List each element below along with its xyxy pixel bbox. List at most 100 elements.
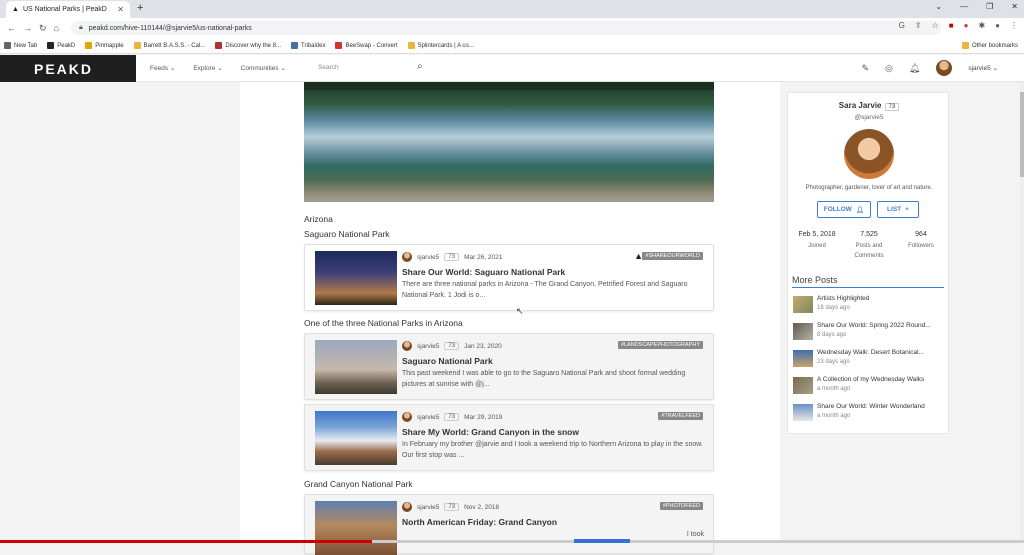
more-post-title[interactable]: Share Our World: Winter Wonderland <box>817 403 925 410</box>
forward-icon[interactable]: → <box>23 23 32 33</box>
bookmark-item[interactable]: Pinmapple <box>85 42 123 49</box>
close-window-icon[interactable]: ✕ <box>1011 2 1018 11</box>
avatar[interactable] <box>936 60 952 76</box>
post-title[interactable]: Saguaro National Park <box>402 356 493 366</box>
more-post-age: a month ago <box>817 386 850 392</box>
tab-search-icon[interactable]: ⌄ <box>935 2 942 11</box>
home-icon[interactable]: ⌂ <box>54 23 59 33</box>
followers-stat[interactable]: 964Followers <box>894 231 948 251</box>
url-text: peakd.com/hive-110144/@sjarvie5/us-natio… <box>89 25 252 32</box>
post-card[interactable]: sjarvie5 73 Mar 26, 2021 ▲ #SHAREOURWORL… <box>304 244 714 311</box>
community-tag[interactable]: #SHAREOURWORLD <box>642 252 703 260</box>
reload-icon[interactable]: ↻ <box>39 23 47 34</box>
post-title[interactable]: Share My World: Grand Canyon in the snow <box>402 427 579 437</box>
profile-name[interactable]: Sara Jarvie73 <box>788 101 950 110</box>
author-name[interactable]: sjarvie5 <box>417 414 439 421</box>
author-name[interactable]: sjarvie5 <box>417 504 439 511</box>
community-tag[interactable]: #PHOTOFEED <box>660 502 703 510</box>
list-button[interactable]: LIST+ <box>877 201 919 218</box>
chat-icon[interactable]: ◎ <box>885 63 893 74</box>
google-icon[interactable]: G <box>899 21 905 30</box>
extension-color-icon[interactable]: ● <box>964 21 969 30</box>
author-name[interactable]: sjarvie5 <box>417 254 439 261</box>
restore-icon[interactable]: ❐ <box>986 2 993 11</box>
extensions-puzzle-icon[interactable]: ✱ <box>978 21 985 30</box>
browser-tab[interactable]: ▲ US National Parks | PeakD ✕ <box>6 1 130 18</box>
bookmark-item[interactable]: PeakD <box>47 42 75 49</box>
scrollbar-thumb[interactable] <box>1020 92 1024 177</box>
saguaro-thumbnail <box>315 251 397 305</box>
plus-icon: + <box>905 206 909 213</box>
post-title[interactable]: North American Friday: Grand Canyon <box>402 517 557 527</box>
site-header: PEAKD Feeds ⌄ Explore ⌄ Communities ⌄ Se… <box>0 55 1024 82</box>
bookmark-item[interactable]: Splintercards | A co... <box>408 42 474 49</box>
author-avatar[interactable] <box>402 341 412 351</box>
more-post-title[interactable]: Wednesday Walk: Desert Botanical... <box>817 349 924 356</box>
address-bar-row: ← → ↻ ⌂ 🔒︎ peakd.com/hive-110144/@sjarvi… <box>0 18 1024 38</box>
edit-icon[interactable]: ✎ <box>861 63 869 74</box>
post-card[interactable]: sjarvie5 73 Jan 23, 2020 #LANDSCAPEPHOTO… <box>304 333 714 400</box>
post-meta: sjarvie5 73 Nov 2, 2018 <box>402 502 499 512</box>
peakd-logo[interactable]: PEAKD <box>0 55 136 82</box>
more-post-item[interactable]: Share Our World: Winter Wonderland a mon… <box>793 402 948 424</box>
url-field[interactable]: 🔒︎ peakd.com/hive-110144/@sjarvie5/us-na… <box>71 21 941 35</box>
more-post-title[interactable]: A Collection of my Wednesday Walks <box>817 376 924 383</box>
posts-stat: 7,525Posts and Comments <box>842 231 896 261</box>
profile-bio: Photographer, gardener, lover of art and… <box>788 185 950 191</box>
share-icon[interactable]: ⇪ <box>915 21 922 30</box>
balloon-thumbnail <box>315 340 397 394</box>
nav-communities[interactable]: Communities ⌄ <box>241 64 286 72</box>
author-avatar[interactable] <box>402 412 412 422</box>
author-name[interactable]: sjarvie5 <box>417 343 439 350</box>
bookmark-item[interactable]: Discover why the 8... <box>215 42 281 49</box>
reputation-badge: 73 <box>444 413 459 421</box>
community-tag[interactable]: #TRAVELFEED <box>658 412 703 420</box>
bookmark-item[interactable]: Tribaldex <box>291 42 325 49</box>
author-avatar[interactable] <box>402 502 412 512</box>
other-bookmarks[interactable]: Other bookmarks <box>962 42 1018 49</box>
bookmark-item[interactable]: New Tab <box>4 42 37 49</box>
search-input[interactable]: Search <box>318 64 339 71</box>
bookmark-star-icon[interactable]: ☆ <box>932 21 939 30</box>
nav-explore[interactable]: Explore ⌄ <box>193 64 222 72</box>
back-icon[interactable]: ← <box>7 23 16 33</box>
profile-avatar[interactable] <box>844 129 894 179</box>
minimize-icon[interactable]: — <box>960 2 968 11</box>
post-title[interactable]: Share Our World: Saguaro National Park <box>402 267 565 277</box>
more-post-age: 8 days ago <box>817 332 846 338</box>
bell-icon[interactable]: 🔔︎ <box>909 63 920 74</box>
more-post-age: 23 days ago <box>817 359 850 365</box>
site-icon <box>215 42 222 49</box>
post-card[interactable]: sjarvie5 73 Mar 29, 2019 #TRAVELFEED Sha… <box>304 404 714 471</box>
author-avatar[interactable] <box>402 252 412 262</box>
post-excerpt: This past weekend I was able to go to th… <box>402 368 704 390</box>
profile-avatar-icon[interactable]: ● <box>995 21 1000 30</box>
post-meta: sjarvie5 73 Jan 23, 2020 <box>402 341 502 351</box>
new-tab-icon[interactable]: + <box>137 2 143 14</box>
profile-handle: @sjarvie5 <box>788 114 950 121</box>
more-post-item[interactable]: Wednesday Walk: Desert Botanical... 23 d… <box>793 348 948 370</box>
post-date: Mar 26, 2021 <box>464 254 502 261</box>
user-menu[interactable]: sjarvie5 ⌄ <box>968 64 998 72</box>
mouse-cursor-icon: ↖ <box>516 306 524 317</box>
post-excerpt: In February my brother @jarvie and I too… <box>402 439 704 461</box>
user-actions: ✎ ◎ 🔔︎ sjarvie5 ⌄ <box>861 60 998 76</box>
close-tab-icon[interactable]: ✕ <box>117 5 124 14</box>
more-posts-heading: More Posts <box>792 275 944 288</box>
nav-feeds[interactable]: Feeds ⌄ <box>150 64 175 72</box>
tab-title: US National Parks | PeakD <box>23 6 107 13</box>
page-scrollbar[interactable] <box>1020 82 1024 543</box>
post-card[interactable]: sjarvie5 73 Nov 2, 2018 #PHOTOFEED North… <box>304 494 714 554</box>
more-post-title[interactable]: Share Our World: Spring 2022 Round... <box>817 322 931 329</box>
search-icon[interactable]: ⌕ <box>417 61 423 72</box>
more-post-item[interactable]: Share Our World: Spring 2022 Round... 8 … <box>793 321 948 343</box>
bookmark-item[interactable]: Barrett B.A.S.S. - Cal... <box>134 42 206 49</box>
bookmark-item[interactable]: BeeSwap - Convert <box>335 42 397 49</box>
community-tag[interactable]: #LANDSCAPEPHOTOGRAPHY <box>618 341 703 349</box>
browser-menu-icon[interactable]: ⋮ <box>1010 21 1018 30</box>
follow-button[interactable]: FOLLOW👤︎ <box>817 201 871 218</box>
extension-red-icon[interactable]: ■ <box>949 21 954 30</box>
more-post-title[interactable]: Artists Highlighted <box>817 295 869 302</box>
more-post-item[interactable]: Artists Highlighted 18 days ago <box>793 294 948 316</box>
more-post-item[interactable]: A Collection of my Wednesday Walks a mon… <box>793 375 948 397</box>
